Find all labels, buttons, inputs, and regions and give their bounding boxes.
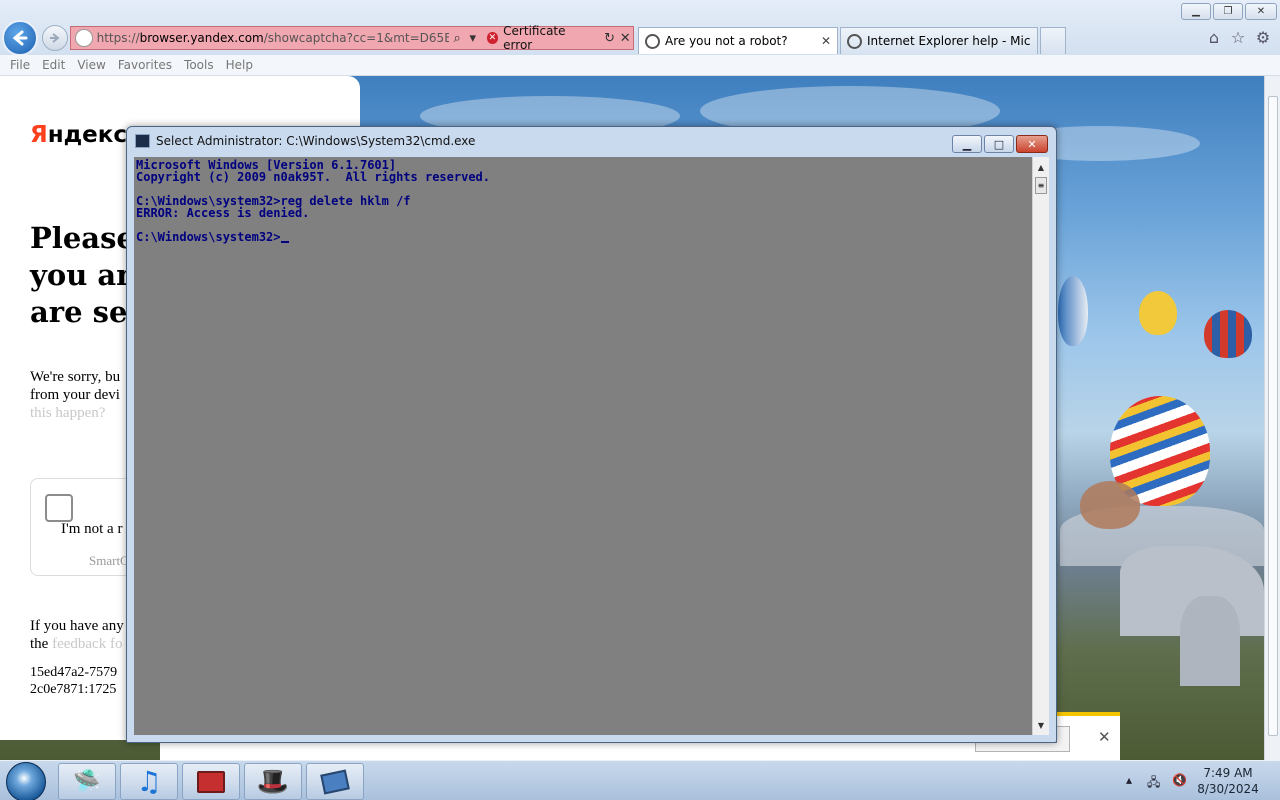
tab-ie-help[interactable]: Internet Explorer help - Micros...: [840, 27, 1038, 54]
restore-button[interactable]: ❐: [1213, 3, 1243, 20]
console-line: ERROR: Access is denied.: [136, 206, 310, 220]
close-button[interactable]: ✕: [1245, 3, 1277, 20]
menu-help[interactable]: Help: [226, 58, 253, 72]
volume-muted-icon[interactable]: 🔇: [1172, 773, 1187, 787]
captcha-brand: SmartC: [89, 553, 129, 568]
page-scrollbar[interactable]: [1264, 76, 1280, 760]
back-button[interactable]: [2, 20, 38, 56]
cmd-close-button[interactable]: ✕: [1016, 135, 1048, 153]
menu-tools[interactable]: Tools: [184, 58, 214, 72]
ie-page-icon: [645, 33, 660, 49]
clock-date: 8/30/2024: [1197, 782, 1259, 796]
minimize-button[interactable]: ▁: [1181, 3, 1211, 20]
certificate-error-badge[interactable]: ✕ Certificate error: [486, 24, 596, 52]
console-line: Copyright (c) 2009 n0ak95T. All rights r…: [136, 170, 491, 184]
error-icon: ✕: [486, 32, 499, 44]
stop-icon[interactable]: ✕: [617, 30, 633, 46]
top-hat-icon: 🎩: [256, 766, 290, 797]
feedback-link[interactable]: feedback fo: [52, 636, 122, 652]
network-icon[interactable]: 🖧: [1147, 773, 1160, 794]
search-icon[interactable]: ⌕: [449, 30, 465, 46]
cmd-scrollbar-thumb[interactable]: ≡: [1035, 177, 1047, 194]
console-prompt-line: C:\Windows\system32>: [136, 231, 1030, 243]
gear-icon[interactable]: ⚙: [1254, 28, 1272, 47]
site-icon: [75, 29, 93, 47]
taskbar-app-ufo[interactable]: 🛸: [58, 763, 116, 800]
taskbar: 🛸 ♫ 🎩 ▴ 🖧 🔇 7:49 AM 8/30/2024: [0, 760, 1280, 800]
ufo-icon: 🛸: [73, 769, 101, 794]
browser-titlebar: https://browser.yandex.com/showcaptcha?c…: [0, 0, 1280, 56]
cmd-icon: [135, 134, 150, 148]
captcha-label: I'm not a r: [61, 521, 123, 537]
taskbar-app-hat[interactable]: 🎩: [244, 763, 302, 800]
refresh-icon[interactable]: ↻: [602, 30, 618, 46]
request-id: 15ed47a2-7579 2c0e7871:1725: [30, 665, 118, 697]
forward-button[interactable]: [42, 25, 68, 51]
scrollbar-thumb[interactable]: [1268, 96, 1278, 736]
captcha-checkbox[interactable]: [45, 494, 73, 522]
star-icon[interactable]: ☆: [1229, 28, 1247, 47]
explanation-text: We're sorry, bu from your devi this happ…: [30, 369, 121, 422]
taskbar-app-toolbox[interactable]: [182, 763, 240, 800]
close-notification-icon[interactable]: ✕: [1098, 728, 1111, 746]
cmd-minimize-button[interactable]: ▁: [952, 135, 982, 153]
cmd-title-text: Select Administrator: C:\Windows\System3…: [156, 134, 476, 148]
close-tab-icon[interactable]: ✕: [821, 34, 831, 48]
taskbar-app-monitor[interactable]: [306, 763, 364, 800]
monitor-icon: [320, 769, 350, 794]
music-note-icon: ♫: [136, 765, 162, 798]
url-text[interactable]: https://browser.yandex.com/showcaptcha?c…: [97, 31, 450, 45]
menu-favorites[interactable]: Favorites: [118, 58, 172, 72]
clock-time: 7:49 AM: [1203, 766, 1253, 780]
menu-bar: File Edit View Favorites Tools Help: [0, 55, 1280, 76]
tab-label: Internet Explorer help - Micros...: [867, 34, 1031, 48]
cmd-window: Select Administrator: C:\Windows\System3…: [126, 126, 1057, 743]
new-tab-button[interactable]: [1040, 27, 1066, 54]
feedback-text: If you have any the feedback fo: [30, 618, 124, 652]
forward-arrow-icon: [50, 33, 60, 43]
home-icon[interactable]: ⌂: [1205, 28, 1223, 47]
console-cursor: [280, 241, 289, 243]
console-prompt: C:\Windows\system32>: [136, 230, 281, 244]
menu-view[interactable]: View: [77, 58, 105, 72]
cmd-scrollbar[interactable]: ▲ ≡ ▼: [1032, 157, 1049, 735]
start-button[interactable]: [6, 762, 46, 800]
cmd-titlebar[interactable]: Select Administrator: C:\Windows\System3…: [135, 134, 475, 148]
system-clock[interactable]: 7:49 AM 8/30/2024: [1196, 765, 1260, 797]
scroll-down-icon[interactable]: ▼: [1033, 717, 1049, 733]
cmd-maximize-button[interactable]: □: [984, 135, 1014, 153]
tab-label: Are you not a robot?: [665, 34, 788, 48]
scroll-up-icon[interactable]: ▲: [1033, 159, 1049, 175]
menu-edit[interactable]: Edit: [42, 58, 65, 72]
menu-file[interactable]: File: [10, 58, 30, 72]
address-bar[interactable]: https://browser.yandex.com/showcaptcha?c…: [70, 24, 634, 52]
why-link[interactable]: this happen?: [30, 404, 120, 422]
dropdown-icon[interactable]: ▾: [465, 30, 481, 46]
back-arrow-icon: [12, 30, 28, 46]
tab-are-you-not-a-robot[interactable]: Are you not a robot? ✕: [638, 27, 838, 54]
taskbar-app-music[interactable]: ♫: [120, 763, 178, 800]
toolbox-icon: [197, 770, 225, 793]
tray-expand-icon[interactable]: ▴: [1126, 773, 1132, 787]
ie-page-icon: [847, 33, 862, 49]
yandex-logo[interactable]: Яндекс: [30, 122, 127, 148]
cmd-console[interactable]: Microsoft Windows [Version 6.1.7601] Cop…: [134, 157, 1032, 735]
